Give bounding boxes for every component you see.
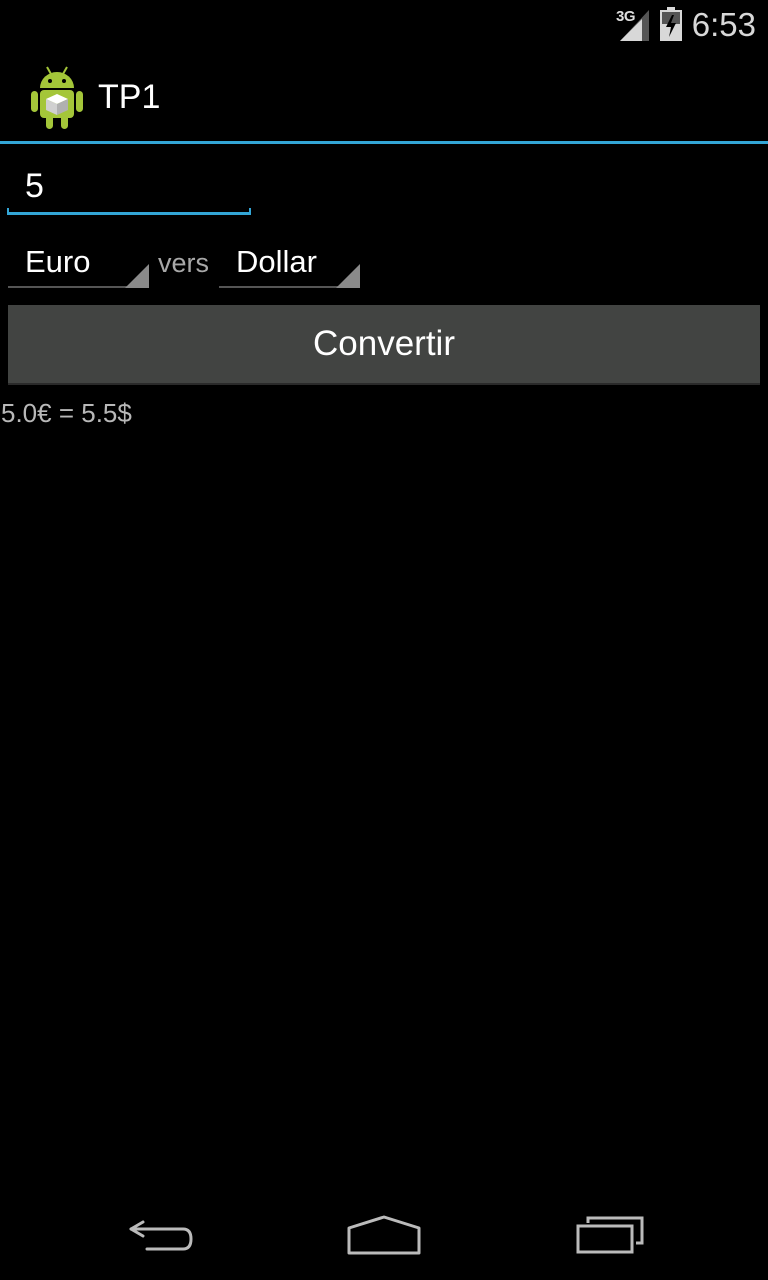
network-type-label: 3G	[616, 8, 636, 25]
screen: 3G 6:53 TP1 5 Euro vers Dollar Convertir…	[0, 0, 768, 1280]
to-currency-value: Dollar	[236, 244, 317, 279]
battery-icon	[660, 7, 682, 41]
dropdown-triangle-icon	[336, 264, 360, 288]
back-icon	[129, 1220, 193, 1251]
status-bar: 3G 6:53	[0, 0, 768, 50]
recent-apps-button[interactable]	[560, 1200, 660, 1270]
vers-label: vers	[158, 248, 210, 278]
from-currency-value: Euro	[25, 244, 91, 279]
home-button[interactable]	[334, 1200, 434, 1270]
back-button[interactable]	[110, 1200, 210, 1270]
amount-input[interactable]	[8, 155, 250, 217]
dropdown-triangle-icon	[125, 264, 149, 288]
from-currency-spinner[interactable]: Euro	[8, 236, 149, 290]
to-currency-spinner[interactable]: Dollar	[219, 236, 360, 290]
action-bar: TP1	[0, 50, 768, 144]
conversion-result: 5.0€ = 5.5$	[1, 398, 132, 428]
status-clock: 6:53	[691, 6, 756, 43]
amount-input-underline	[7, 208, 251, 215]
convert-button[interactable]: Convertir	[8, 305, 760, 385]
app-title: TP1	[98, 78, 161, 116]
android-app-icon	[31, 66, 83, 129]
home-icon	[347, 1215, 421, 1255]
recent-apps-icon	[576, 1216, 644, 1254]
navigation-bar	[0, 1190, 768, 1280]
